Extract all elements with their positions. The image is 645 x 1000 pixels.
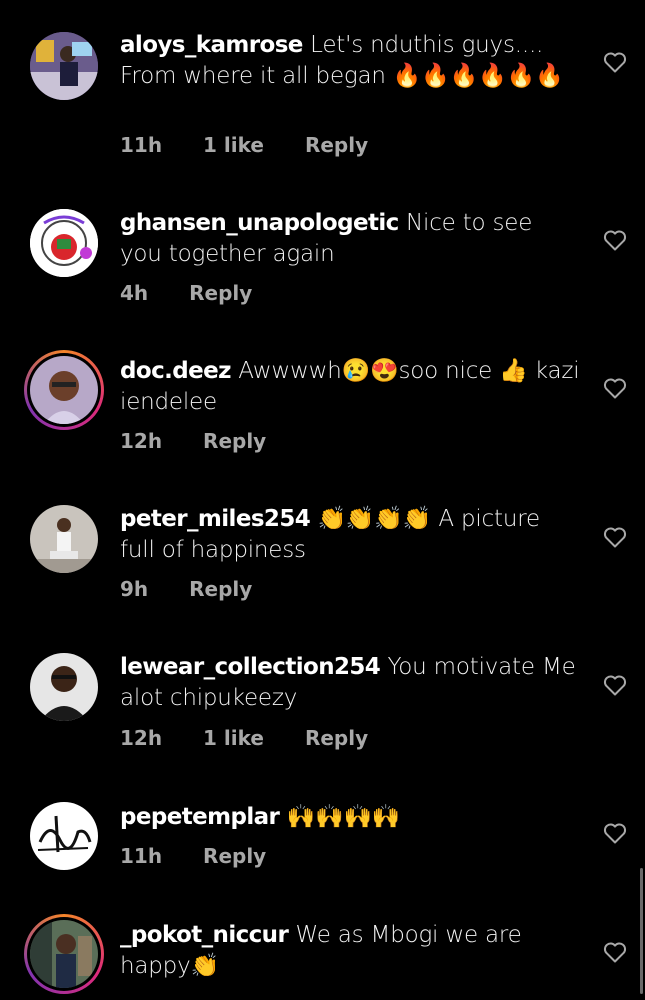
comment-body: 🙌🙌🙌🙌	[286, 804, 401, 830]
comment-meta: 12h 1 like Reply	[120, 726, 402, 750]
comment-meta: 9h Reply	[120, 577, 286, 601]
comment-text: peter_miles254 👏👏👏👏 A picture full of ha…	[120, 504, 580, 566]
avatar[interactable]	[24, 203, 104, 283]
heart-outline-icon[interactable]	[603, 674, 627, 696]
avatar[interactable]	[24, 796, 104, 876]
comment-text: doc.deez Awwwwh😢😍soo nice 👍 kazi iendele…	[120, 356, 580, 418]
comment-text: lewear_collection254 You motivate Me alo…	[120, 652, 580, 714]
reply-button[interactable]: Reply	[305, 133, 368, 157]
comment-username[interactable]: lewear_collection254	[120, 654, 381, 680]
comment-username[interactable]: doc.deez	[120, 358, 231, 384]
comment-time: 12h	[120, 429, 163, 453]
reply-button[interactable]: Reply	[203, 429, 266, 453]
reply-button[interactable]: Reply	[189, 577, 252, 601]
comment-username[interactable]: ghansen_unapologetic	[120, 210, 399, 236]
comment-username[interactable]: _pokot_niccur	[120, 922, 289, 948]
comment-text: pepetemplar 🙌🙌🙌🙌	[120, 802, 580, 833]
comment-meta: 4h Reply	[120, 281, 286, 305]
comment-meta: 11h 1 like Reply	[120, 133, 402, 157]
avatar[interactable]	[24, 26, 104, 106]
comment-time: 12h	[120, 726, 163, 750]
heart-outline-icon[interactable]	[603, 526, 627, 548]
heart-outline-icon[interactable]	[603, 377, 627, 399]
comment-likes[interactable]: 1 like	[203, 133, 264, 157]
heart-outline-icon[interactable]	[603, 51, 627, 73]
comment-text: ghansen_unapologetic Nice to see you tog…	[120, 208, 580, 270]
avatar[interactable]	[24, 914, 104, 994]
avatar[interactable]	[24, 647, 104, 727]
comment-text: _pokot_niccur We as Mbogi we are happy👏	[120, 920, 580, 982]
comment-time: 11h	[120, 133, 163, 157]
heart-outline-icon[interactable]	[603, 822, 627, 844]
reply-button[interactable]: Reply	[189, 281, 252, 305]
comment-time: 9h	[120, 577, 149, 601]
comment-username[interactable]: peter_miles254	[120, 506, 311, 532]
comment-meta: 11h Reply	[120, 844, 300, 868]
avatar[interactable]	[24, 350, 104, 430]
avatar[interactable]	[24, 499, 104, 579]
heart-outline-icon[interactable]	[603, 941, 627, 963]
comment-username[interactable]: pepetemplar	[120, 804, 280, 830]
comment-time: 4h	[120, 281, 149, 305]
scrollbar[interactable]	[640, 868, 643, 994]
reply-button[interactable]: Reply	[203, 844, 266, 868]
comment-username[interactable]: aloys_kamrose	[120, 32, 303, 58]
reply-button[interactable]: Reply	[305, 726, 368, 750]
comment-meta: 12h Reply	[120, 429, 300, 453]
comment-text: aloys_kamrose Let's nduthis guys.... Fro…	[120, 30, 580, 92]
comment-likes[interactable]: 1 like	[203, 726, 264, 750]
comment-time: 11h	[120, 844, 163, 868]
heart-outline-icon[interactable]	[603, 229, 627, 251]
